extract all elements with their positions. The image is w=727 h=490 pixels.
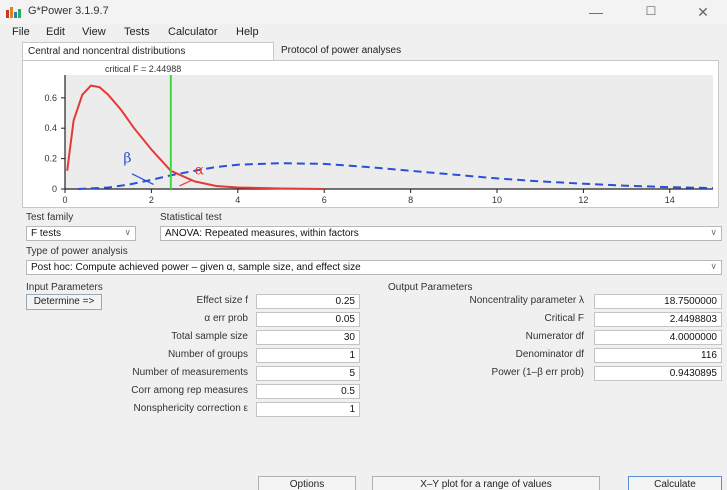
- total-sample-size-label: Total sample size: [171, 331, 248, 342]
- power-analysis-label: Type of power analysis: [26, 246, 128, 257]
- input-parameters-heading: Input Parameters: [26, 282, 103, 293]
- power-analysis-select[interactable]: Post hoc: Compute achieved power – given…: [26, 260, 722, 275]
- y-tick-label: 0.4: [44, 123, 57, 133]
- x-tick-label: 2: [149, 195, 154, 205]
- y-tick-label: 0.6: [44, 93, 57, 103]
- chevron-down-icon: ∨: [710, 227, 717, 237]
- xy-plot-button[interactable]: X–Y plot for a range of values: [372, 476, 600, 490]
- determine-button[interactable]: Determine =>: [26, 294, 102, 310]
- x-tick-label: 14: [665, 195, 675, 205]
- menu-tests[interactable]: Tests: [124, 26, 150, 38]
- x-tick-label: 4: [235, 195, 240, 205]
- gpower-window: G*Power 3.1.9.7 — ☐ ✕ File Edit View Tes…: [0, 0, 727, 490]
- x-tick-label: 10: [492, 195, 502, 205]
- power-value: 0.9430895: [594, 366, 722, 381]
- options-button[interactable]: Options: [258, 476, 356, 490]
- window-title: G*Power 3.1.9.7: [28, 5, 109, 17]
- distribution-plot-panel: 0 0.2 0.4 0.6 0 2 4 6 8 10 12 14 critical F = 2.4498…: [22, 60, 719, 208]
- title-bar: G*Power 3.1.9.7 — ☐ ✕: [0, 0, 727, 24]
- statistical-test-label: Statistical test: [160, 212, 222, 223]
- menu-view[interactable]: View: [82, 26, 106, 38]
- noncentrality-value: 18.7500000: [594, 294, 722, 309]
- distribution-chart: 0 0.2 0.4 0.6 0 2 4 6 8 10 12 14 critical F = 2.4498…: [44, 64, 714, 205]
- test-family-value: F tests: [31, 228, 62, 239]
- menu-edit[interactable]: Edit: [46, 26, 65, 38]
- chevron-down-icon: ∨: [710, 261, 717, 271]
- menu-bar: File Edit View Tests Calculator Help: [0, 24, 727, 42]
- x-tick-label: 6: [322, 195, 327, 205]
- alpha-err-input[interactable]: 0.05: [256, 312, 360, 327]
- minimize-button[interactable]: —: [583, 4, 609, 20]
- output-parameters-heading: Output Parameters: [388, 282, 473, 293]
- critical-f-annotation: critical F = 2.44988: [105, 64, 181, 74]
- menu-file[interactable]: File: [12, 26, 30, 38]
- total-sample-size-input[interactable]: 30: [256, 330, 360, 345]
- number-of-measurements-input[interactable]: 5: [256, 366, 360, 381]
- nonsphericity-label: Nonsphericity correction ε: [133, 403, 248, 414]
- calculate-button[interactable]: Calculate: [628, 476, 722, 490]
- test-family-select[interactable]: F tests ∨: [26, 226, 136, 241]
- app-logo-icon: [6, 7, 21, 18]
- power-analysis-value: Post hoc: Compute achieved power – given…: [31, 262, 361, 273]
- noncentrality-label: Noncentrality parameter λ: [469, 295, 585, 306]
- corr-rep-measures-label: Corr among rep measures: [131, 385, 248, 396]
- effect-size-input[interactable]: 0.25: [256, 294, 360, 309]
- denominator-df-value: 116: [594, 348, 722, 363]
- menu-calculator[interactable]: Calculator: [168, 26, 218, 38]
- beta-label: β: [123, 150, 131, 166]
- plot-area: [65, 75, 713, 189]
- alpha-err-label: α err prob: [204, 313, 248, 324]
- menu-help[interactable]: Help: [236, 26, 259, 38]
- x-tick-label: 0: [62, 195, 67, 205]
- test-family-label: Test family: [26, 212, 74, 223]
- maximize-button[interactable]: ☐: [638, 4, 664, 18]
- alpha-label: α: [195, 163, 205, 179]
- critical-f-value: 2.4498803: [594, 312, 722, 327]
- chevron-down-icon: ∨: [124, 227, 131, 237]
- critical-f-label: Critical F: [544, 313, 584, 324]
- nonsphericity-input[interactable]: 1: [256, 402, 360, 417]
- number-of-groups-label: Number of groups: [167, 349, 248, 360]
- corr-rep-measures-input[interactable]: 0.5: [256, 384, 360, 399]
- number-of-measurements-label: Number of measurements: [132, 367, 248, 378]
- statistical-test-value: ANOVA: Repeated measures, within factors: [165, 228, 359, 239]
- number-of-groups-input[interactable]: 1: [256, 348, 360, 363]
- power-label: Power (1–β err prob): [491, 367, 584, 378]
- tab-distributions[interactable]: Central and noncentral distributions: [22, 42, 274, 60]
- y-tick-label: 0.2: [44, 154, 57, 164]
- denominator-df-label: Denominator df: [515, 349, 584, 360]
- numerator-df-label: Numerator df: [525, 331, 584, 342]
- close-button[interactable]: ✕: [690, 4, 716, 21]
- numerator-df-value: 4.0000000: [594, 330, 722, 345]
- tab-protocol[interactable]: Protocol of power analyses: [276, 42, 466, 60]
- x-tick-label: 12: [578, 195, 588, 205]
- y-tick-label: 0: [52, 184, 57, 194]
- effect-size-label: Effect size f: [196, 295, 248, 306]
- x-tick-label: 8: [408, 195, 413, 205]
- statistical-test-select[interactable]: ANOVA: Repeated measures, within factors…: [160, 226, 722, 241]
